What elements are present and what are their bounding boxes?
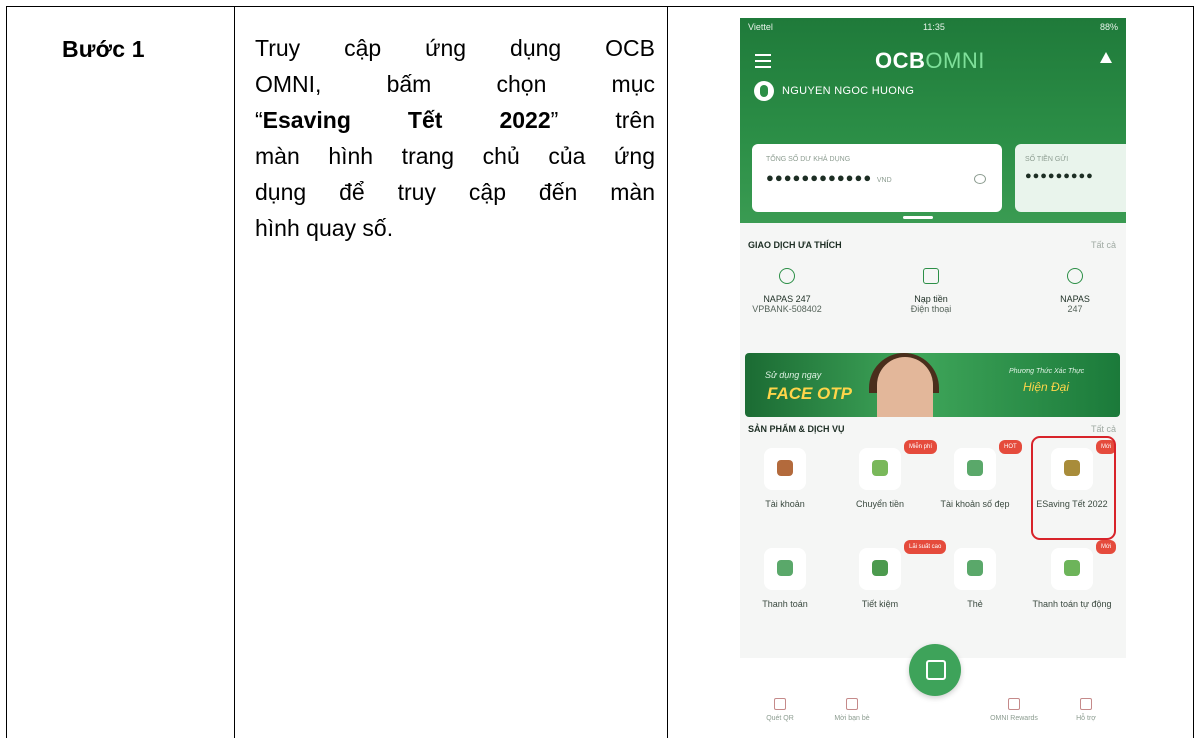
balance-value: ●●●●●●●●●●●● VND xyxy=(766,170,892,185)
banner-text: Phương Thức Xác Thực xyxy=(1009,368,1085,375)
instruction-line: “Esaving Tết 2022” trên xyxy=(255,102,655,138)
product-auto-payment[interactable]: Mới Thanh toán tự động xyxy=(1032,540,1117,610)
step-label: Bước 1 xyxy=(62,36,145,62)
carrier-label: Viettel xyxy=(748,22,773,32)
favorite-item[interactable]: NAPAS 247 xyxy=(1020,268,1126,314)
table-right-border xyxy=(1193,6,1194,738)
balance-caption: TỔNG SỐ DƯ KHẢ DỤNG xyxy=(766,156,851,163)
status-bar: Viettel 11:35 88% xyxy=(748,22,1118,36)
app-screenshot: Viettel 11:35 88% OCBOMNI NGUYEN NGOC HU… xyxy=(740,18,1126,738)
instruction-line: hình quay số. xyxy=(255,215,394,241)
deposit-caption: SỐ TIỀN GỬI xyxy=(1025,156,1069,163)
nav-invite[interactable]: Mời bạn bè xyxy=(812,698,892,722)
banner-headline: FACE OTP xyxy=(767,384,853,403)
deposit-value: ●●●●●●●●● xyxy=(1025,170,1094,182)
favorites-see-all[interactable]: Tất cả xyxy=(1091,240,1116,250)
favorite-item[interactable]: NAPAS 247 VPBANK-508402 xyxy=(740,268,842,314)
home-icon[interactable] xyxy=(909,644,961,696)
avatar[interactable] xyxy=(754,81,774,101)
document-page: Bước 1 Truy cập ứng dụng OCB OMNI, bấm c… xyxy=(0,0,1204,738)
app-header: Viettel 11:35 88% OCBOMNI NGUYEN NGOC HU… xyxy=(740,18,1126,223)
product-transfer[interactable]: Miễn phí Chuyển tiền xyxy=(840,440,938,510)
products-see-all[interactable]: Tất cả xyxy=(1091,424,1116,434)
esaving-highlight-frame xyxy=(1031,436,1116,540)
nav-scan-qr[interactable]: Quét QR xyxy=(740,698,820,722)
esaving-bold-text: Esaving Tết 2022 xyxy=(262,107,551,133)
instruction-text: Truy cập ứng dụng OCB OMNI, bấm chọn mục… xyxy=(255,30,655,246)
product-account[interactable]: Tài khoản xyxy=(745,448,825,510)
quote-open: “ xyxy=(255,107,263,133)
status-time: 11:35 xyxy=(923,22,945,32)
rewards-icon xyxy=(1008,698,1020,710)
menu-icon[interactable] xyxy=(755,54,771,72)
app-logo: OCBOMNI xyxy=(875,48,985,73)
table-col-divider-1 xyxy=(234,6,235,738)
phone-topup-icon xyxy=(923,268,939,284)
eye-icon[interactable] xyxy=(974,174,986,184)
nav-support[interactable]: Hỗ trợ xyxy=(1046,698,1126,722)
qr-icon xyxy=(774,698,786,710)
product-card[interactable]: Thẻ xyxy=(935,548,1015,610)
favorite-item[interactable]: Nạp tiền Điện thoại xyxy=(876,268,986,314)
battery-level: 88% xyxy=(1099,22,1118,32)
balance-card[interactable]: TỔNG SỐ DƯ KHẢ DỤNG ●●●●●●●●●●●● VND xyxy=(752,144,1002,212)
face-otp-banner[interactable]: Sử dụng ngay FACE OTP Phương Thức Xác Th… xyxy=(745,353,1120,417)
deposit-card[interactable]: SỐ TIỀN GỬI ●●●●●●●●● xyxy=(1015,144,1126,212)
instruction-line: OMNI, bấm chọn mục xyxy=(255,71,655,97)
user-name: NGUYEN NGOC HUONG xyxy=(782,85,915,97)
product-savings[interactable]: Lãi suất cao Tiết kiệm xyxy=(840,540,947,610)
support-icon xyxy=(1080,698,1092,710)
banner-headline: Hiện Đại xyxy=(1023,380,1070,394)
banner-text: Sử dụng ngay xyxy=(765,370,822,380)
table-col-divider-2 xyxy=(667,6,668,738)
table-left-border xyxy=(6,6,7,738)
instruction-line: dụng để truy cập đến màn xyxy=(255,179,655,205)
notification-icon[interactable] xyxy=(1100,52,1112,63)
favorites-title: GIAO DỊCH ƯA THÍCH xyxy=(748,240,842,250)
product-vanity-account[interactable]: HOT Tài khoản số đẹp xyxy=(935,440,1022,510)
user-icon xyxy=(1067,268,1083,284)
user-icon xyxy=(779,268,795,284)
instruction-line: Truy cập ứng dụng OCB xyxy=(255,35,655,61)
instruction-line: màn hình trang chủ của ứng xyxy=(255,143,655,169)
invite-icon xyxy=(846,698,858,710)
product-payment[interactable]: Thanh toán xyxy=(745,548,825,610)
quote-close: ” trên xyxy=(550,107,655,133)
nav-rewards[interactable]: OMNI Rewards xyxy=(974,698,1054,722)
table-top-border xyxy=(6,6,1194,7)
products-title: SẢN PHẨM & DỊCH VỤ xyxy=(748,424,845,434)
carousel-indicator xyxy=(903,216,933,219)
